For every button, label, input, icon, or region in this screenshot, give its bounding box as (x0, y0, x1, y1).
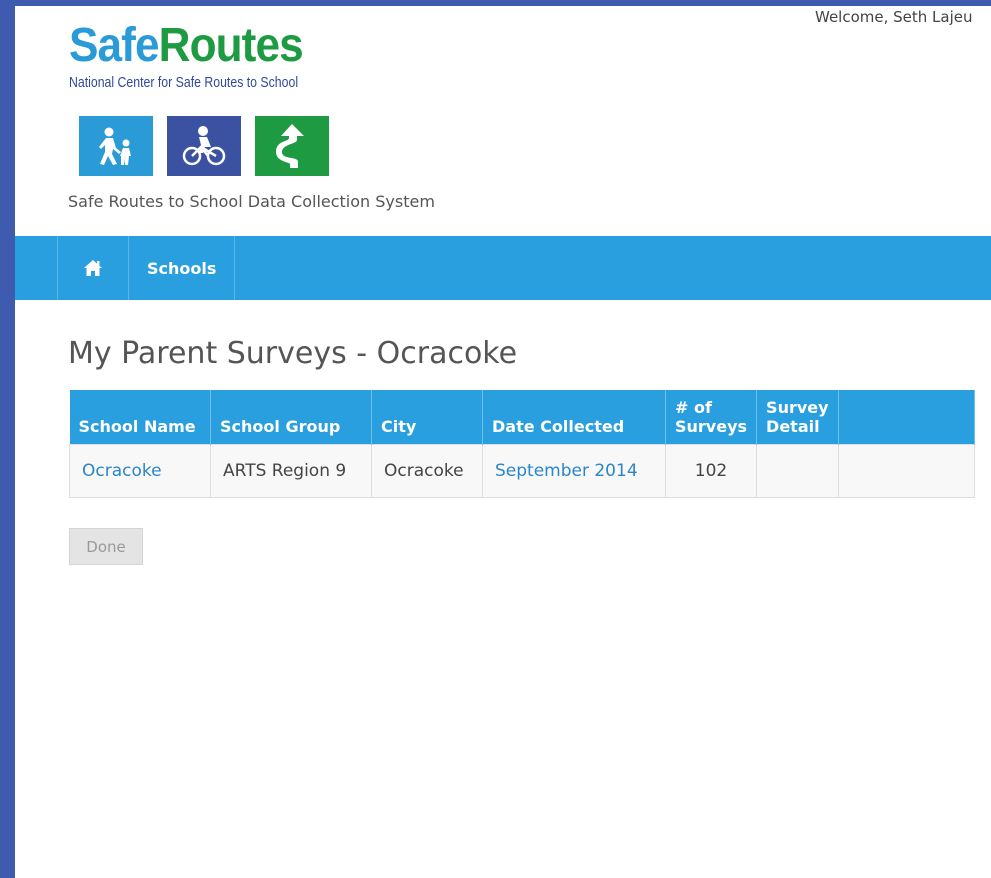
logo-routes: Routes (158, 19, 304, 72)
page-frame: Welcome, Seth Lajeu SafeRoutes National … (15, 6, 991, 878)
cell-city: Ocracoke (371, 444, 483, 498)
nav-home-button[interactable] (57, 236, 128, 300)
surveys-table: School Name School Group City Date Colle… (69, 390, 976, 498)
cell-num-surveys: 102 (664, 444, 758, 498)
welcome-text: Welcome, Seth Lajeu (815, 8, 973, 26)
home-icon (84, 260, 102, 276)
walking-icon (79, 116, 153, 176)
col-survey-detail[interactable]: Survey Detail (756, 390, 839, 445)
cell-school-group: ARTS Region 9 (210, 444, 372, 498)
nav-schools-link[interactable]: Schools (128, 236, 236, 300)
col-extra (838, 390, 976, 445)
table-header-row: School Name School Group City Date Colle… (69, 390, 976, 445)
table-row: Ocracoke ARTS Region 9 Ocracoke Septembe… (69, 444, 976, 498)
route-icon (255, 116, 329, 176)
logo-title: SafeRoutes (69, 20, 326, 72)
col-school-group[interactable]: School Group (210, 390, 372, 445)
page-title: My Parent Surveys - Ocracoke (68, 336, 518, 371)
cell-extra (837, 444, 976, 498)
logo-safe: Safe (69, 19, 160, 72)
col-date-collected[interactable]: Date Collected (482, 390, 666, 445)
cell-school-name-link[interactable]: Ocracoke (69, 444, 211, 498)
cell-date-collected-link[interactable]: September 2014 (482, 444, 666, 498)
col-school-name[interactable]: School Name (69, 390, 211, 445)
logo-icons (79, 116, 329, 176)
col-num-surveys[interactable]: # of Surveys (665, 390, 758, 445)
biking-icon (167, 116, 241, 176)
cell-survey-detail (756, 444, 839, 498)
main-navbar: Schools (15, 236, 991, 300)
done-button[interactable]: Done (69, 528, 143, 565)
tagline: Safe Routes to School Data Collection Sy… (68, 192, 435, 211)
logo-subtitle: National Center for Safe Routes to Schoo… (69, 74, 299, 91)
col-city[interactable]: City (371, 390, 483, 445)
saferoutes-logo[interactable]: SafeRoutes National Center for Safe Rout… (69, 20, 348, 176)
